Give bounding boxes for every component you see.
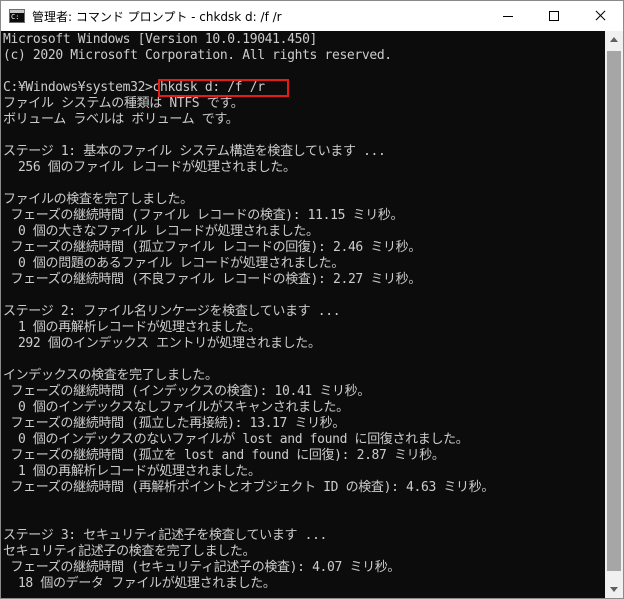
scrollbar-thumb[interactable] — [607, 51, 621, 571]
console-output[interactable]: Microsoft Windows [Version 10.0.19041.45… — [1, 31, 605, 598]
title-bar[interactable]: 管理者: コマンド プロンプト - chkdsk d: /f /r — [1, 1, 623, 31]
console-line: 0 個のインデックスのないファイルが lost and found に回復されま… — [3, 432, 469, 447]
minimize-icon[interactable] — [485, 1, 531, 31]
console-app-icon[interactable] — [9, 9, 25, 23]
console-line: フェーズの継続時間 (セキュリティ記述子の検査): 4.07 ミリ秒。 — [3, 560, 401, 575]
window-title: 管理者: コマンド プロンプト - chkdsk d: /f /r — [32, 9, 282, 24]
console-line: (c) 2020 Microsoft Corporation. All righ… — [3, 48, 392, 63]
console-line: フェーズの継続時間 (不良ファイル レコードの検査): 2.27 ミリ秒。 — [3, 272, 421, 287]
window-controls — [485, 1, 623, 31]
command-highlight-box — [158, 79, 289, 97]
console-line: 256 個のファイル レコードが処理されました。 — [3, 160, 296, 175]
console-line: インデックスの検査を完了しました。 — [3, 368, 218, 383]
console-line: フェーズの継続時間 (孤立を lost and found に回復): 2.87… — [3, 448, 445, 463]
maximize-icon[interactable] — [531, 1, 577, 31]
console-line: ステージ 3: セキュリティ記述子を検査しています ... — [3, 528, 328, 543]
console-line: 1 個の再解析レコードが処理されました。 — [3, 464, 261, 479]
console-line: ファイル システムの種類は NTFS です。 — [3, 96, 244, 111]
console-line: ステージ 1: 基本のファイル システム構造を検査しています ... — [3, 144, 386, 159]
console-line: フェーズの継続時間 (ファイル レコードの検査): 11.15 ミリ秒。 — [3, 208, 404, 223]
console-line: 292 個のインデックス エントリが処理されました。 — [3, 336, 321, 351]
console-line: 0 個のインデックスなしファイルがスキャンされました。 — [3, 400, 349, 415]
console-line: セキュリティ記述子の検査を完了しました。 — [3, 544, 256, 559]
console-line: ステージ 2: ファイル名リンケージを検査しています ... — [3, 304, 341, 319]
console-line: 0 個の問題のあるファイル レコードが処理されました。 — [3, 256, 344, 271]
command-prompt-window: 管理者: コマンド プロンプト - chkdsk d: /f /r Micros… — [0, 0, 624, 599]
console-line: フェーズの継続時間 (孤立ファイル レコードの回復): 2.46 ミリ秒。 — [3, 240, 421, 255]
vertical-scrollbar[interactable] — [605, 31, 623, 598]
console-line: フェーズの継続時間 (インデックスの検査): 10.41 ミリ秒。 — [3, 384, 370, 399]
scroll-up-icon[interactable] — [605, 31, 623, 48]
console-line: フェーズの継続時間 (再解析ポイントとオブジェクト ID の検査): 4.63 … — [3, 480, 495, 495]
console-line: 18 個のデータ ファイルが処理されました。 — [3, 576, 276, 591]
close-icon[interactable] — [577, 1, 623, 31]
console-line: フェーズの継続時間 (孤立した再接続): 13.17 ミリ秒。 — [3, 416, 346, 431]
console-line: Microsoft Windows [Version 10.0.19041.45… — [3, 32, 318, 47]
console-line: ファイルの検査を完了しました。 — [3, 192, 193, 207]
console-line: 0 個の大きなファイル レコードが処理されました。 — [3, 224, 319, 239]
scroll-down-icon[interactable] — [605, 581, 623, 598]
console-line: 1 個の再解析レコードが処理されました。 — [3, 320, 261, 335]
console-line: ボリューム ラベルは ボリューム です。 — [3, 112, 239, 127]
